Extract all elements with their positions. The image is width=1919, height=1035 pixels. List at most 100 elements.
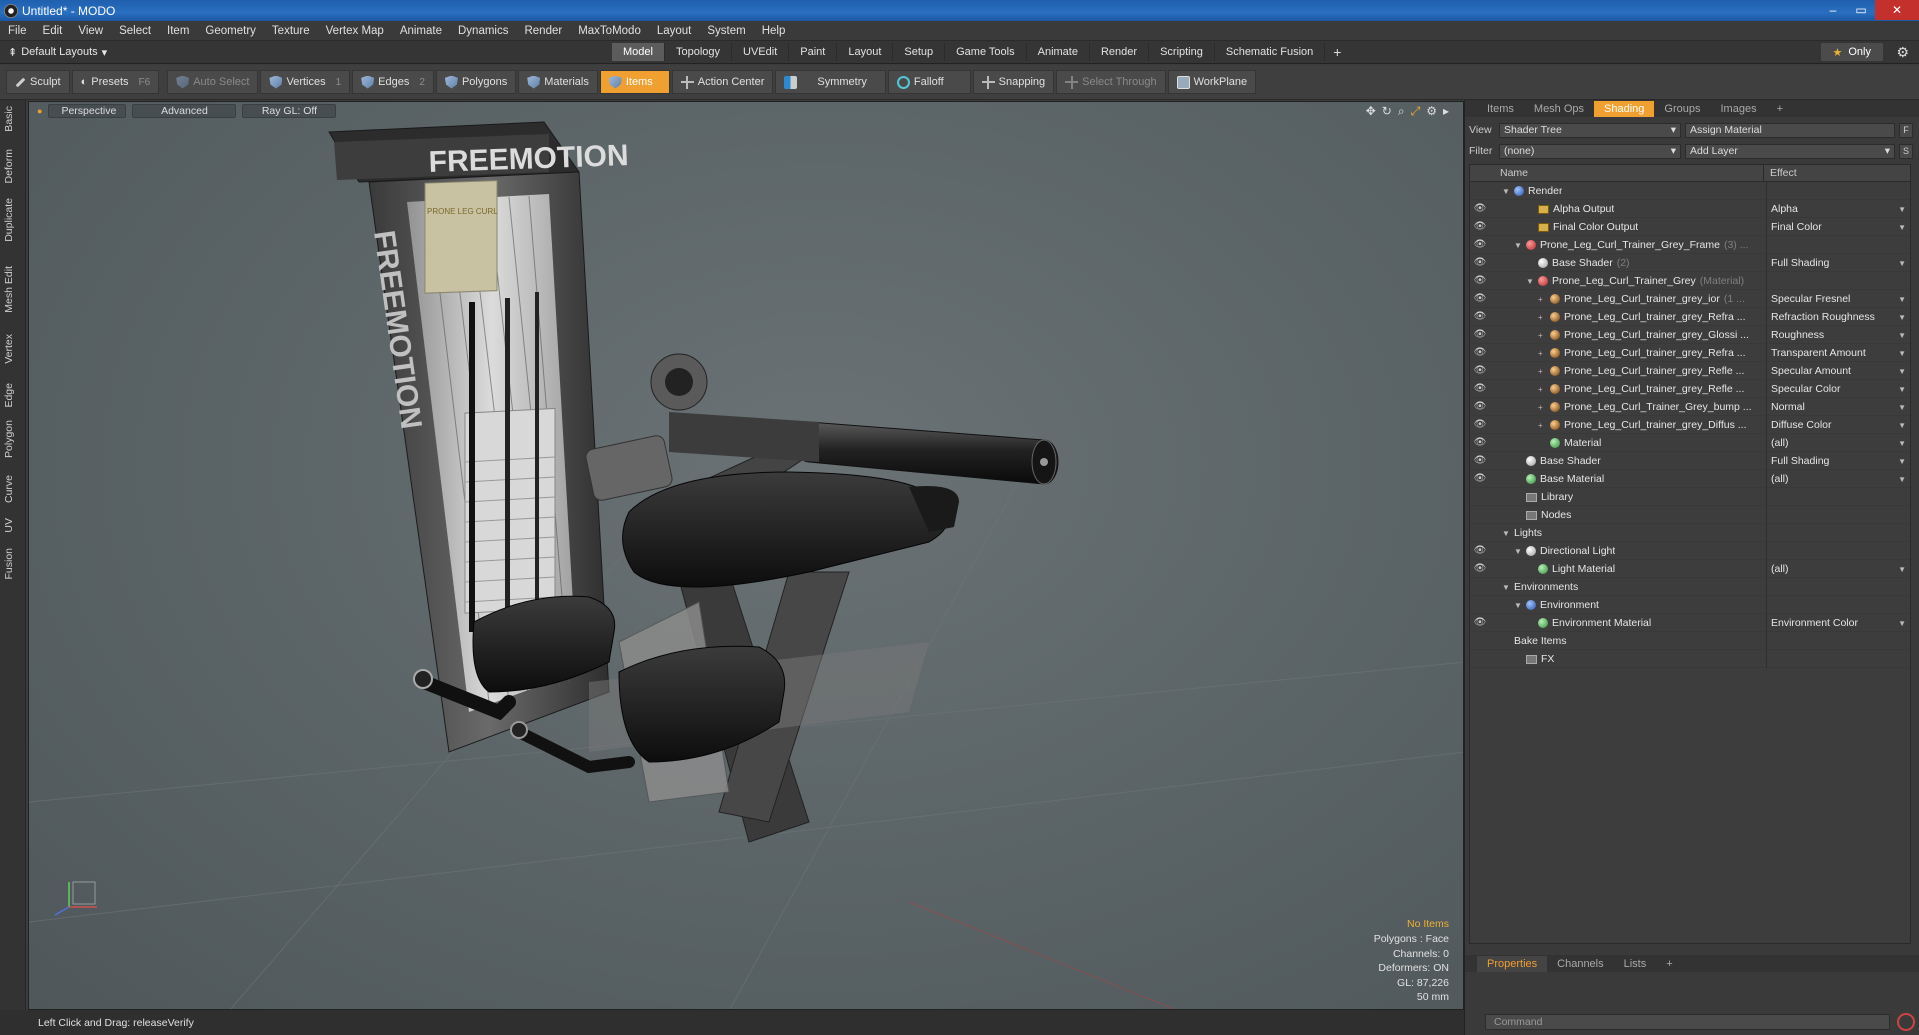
right-tab-images[interactable]: Images xyxy=(1711,101,1767,117)
edges-button[interactable]: Edges 2 xyxy=(352,70,434,94)
visibility-eye-icon[interactable]: 👁 xyxy=(1470,254,1490,272)
visibility-eye-icon[interactable]: 👁 xyxy=(1470,272,1490,290)
3d-viewport[interactable]: FREEMOTION FREEMOTION PRONE LEG CURL ● P… xyxy=(28,101,1464,1010)
menu-texture[interactable]: Texture xyxy=(264,25,318,37)
table-row[interactable]: 👁 + Prone_Leg_Curl_trainer_grey_Refle ... S… xyxy=(1470,380,1910,398)
expand-toggle-icon[interactable]: ▼ xyxy=(1502,529,1510,538)
prop-tab-channels[interactable]: Channels xyxy=(1547,956,1613,972)
expand-toggle-icon[interactable]: ▼ xyxy=(1514,241,1522,250)
add-tab-button[interactable]: + xyxy=(1333,44,1341,60)
row-effect[interactable]: Refraction Roughness ▼ xyxy=(1766,308,1910,326)
table-row[interactable]: 👁 + Prone_Leg_Curl_Trainer_Grey_bump ... No… xyxy=(1470,398,1910,416)
auto-select-button[interactable]: Auto Select xyxy=(167,70,259,94)
materials-button[interactable]: Materials xyxy=(518,70,598,94)
visibility-eye-icon[interactable]: 👁 xyxy=(1470,560,1490,578)
tab-game-tools[interactable]: Game Tools xyxy=(945,43,1027,61)
visibility-empty[interactable] xyxy=(1470,524,1490,542)
tab-animate[interactable]: Animate xyxy=(1027,43,1090,61)
visibility-empty[interactable] xyxy=(1470,488,1490,506)
menu-item[interactable]: Item xyxy=(159,25,197,37)
menu-view[interactable]: View xyxy=(70,25,111,37)
right-tab-items[interactable]: Items xyxy=(1477,101,1524,117)
visibility-eye-icon[interactable]: 👁 xyxy=(1470,434,1490,452)
row-effect[interactable]: Roughness ▼ xyxy=(1766,326,1910,344)
view-dropdown[interactable]: Shader Tree ▾ xyxy=(1499,122,1681,138)
table-row[interactable]: 👁 + Prone_Leg_Curl_trainer_grey_ior (1 ... S… xyxy=(1470,290,1910,308)
tab-paint[interactable]: Paint xyxy=(789,43,838,61)
expand-toggle-icon[interactable]: ▼ xyxy=(1514,547,1522,556)
minimize-button[interactable]: – xyxy=(1819,0,1847,20)
prop-tab-lists[interactable]: Lists xyxy=(1614,956,1657,972)
expand-toggle-icon[interactable]: ▼ xyxy=(1502,187,1510,196)
vertices-button[interactable]: Vertices 1 xyxy=(260,70,351,94)
row-effect[interactable]: Specular Amount ▼ xyxy=(1766,362,1910,380)
left-tab-edge[interactable]: Edge xyxy=(3,383,15,408)
right-tab-shading[interactable]: Shading xyxy=(1594,100,1655,117)
left-tab-curve[interactable]: Curve xyxy=(3,475,15,503)
action-center-button[interactable]: Action Center xyxy=(671,70,774,94)
menu-help[interactable]: Help xyxy=(754,25,794,37)
table-row[interactable]: 👁 + Prone_Leg_Curl_trainer_grey_Diffus ...… xyxy=(1470,416,1910,434)
row-effect[interactable]: Specular Fresnel ▼ xyxy=(1766,290,1910,308)
table-row[interactable]: 👁 + Prone_Leg_Curl_trainer_grey_Refra ... T… xyxy=(1470,344,1910,362)
menu-geometry[interactable]: Geometry xyxy=(197,25,264,37)
visibility-eye-icon[interactable]: 👁 xyxy=(1470,308,1490,326)
table-row[interactable]: 👁 Base Shader (2) Full Shading ▼ xyxy=(1470,254,1910,272)
visibility-empty[interactable] xyxy=(1470,506,1490,524)
table-row[interactable]: Bake Items xyxy=(1470,632,1910,650)
prop-tab-add[interactable]: + xyxy=(1656,956,1682,972)
tab-layout[interactable]: Layout xyxy=(837,43,894,61)
tab-model[interactable]: Model xyxy=(612,43,665,61)
tab-uvedit[interactable]: UVEdit xyxy=(732,43,790,61)
layout-selector[interactable]: ⇞ Default Layouts ▾ xyxy=(8,46,588,59)
visibility-eye-icon[interactable]: 👁 xyxy=(1470,218,1490,236)
table-row[interactable]: 👁 Base Shader Full Shading ▼ xyxy=(1470,452,1910,470)
table-row[interactable]: 👁 Alpha Output Alpha ▼ xyxy=(1470,200,1910,218)
table-row[interactable]: 👁 + Prone_Leg_Curl_trainer_grey_Refle ... S… xyxy=(1470,362,1910,380)
polygons-button[interactable]: Polygons xyxy=(435,70,517,94)
gear-icon[interactable]: ⚙ xyxy=(1896,44,1909,61)
expand-toggle-icon[interactable]: + xyxy=(1538,367,1546,376)
record-icon[interactable] xyxy=(1897,1013,1915,1031)
row-effect[interactable]: Transparent Amount ▼ xyxy=(1766,344,1910,362)
table-row[interactable]: 👁 + Prone_Leg_Curl_trainer_grey_Glossi ...… xyxy=(1470,326,1910,344)
menu-maxtomodo[interactable]: MaxToModo xyxy=(570,25,649,37)
sculpt-button[interactable]: Sculpt xyxy=(6,70,70,94)
row-effect[interactable]: Final Color ▼ xyxy=(1766,218,1910,236)
rotate-icon[interactable]: ↻ xyxy=(1382,104,1392,119)
symmetry-button[interactable]: Symmetry xyxy=(775,70,886,94)
table-row[interactable]: 👁 Light Material (all) ▼ xyxy=(1470,560,1910,578)
pan-icon[interactable]: ✥ xyxy=(1366,104,1376,119)
left-tab-basic[interactable]: Basic xyxy=(3,106,15,132)
menu-select[interactable]: Select xyxy=(111,25,159,37)
tab-topology[interactable]: Topology xyxy=(665,43,733,61)
expand-toggle-icon[interactable]: ▼ xyxy=(1514,601,1522,610)
table-row[interactable]: ▼ Environment xyxy=(1470,596,1910,614)
menu-system[interactable]: System xyxy=(699,25,753,37)
table-row[interactable]: Nodes xyxy=(1470,506,1910,524)
right-tab-mesh-ops[interactable]: Mesh Ops xyxy=(1524,101,1594,117)
expand-toggle-icon[interactable]: + xyxy=(1538,403,1546,412)
visibility-eye-icon[interactable]: 👁 xyxy=(1470,236,1490,254)
falloff-button[interactable]: Falloff xyxy=(887,70,971,94)
visibility-eye-icon[interactable]: 👁 xyxy=(1470,542,1490,560)
filter-dropdown[interactable]: (none) ▾ xyxy=(1499,143,1681,159)
table-row[interactable]: 👁 Environment Material Environment Color ▼ xyxy=(1470,614,1910,632)
visibility-eye-icon[interactable]: 👁 xyxy=(1470,362,1490,380)
visibility-empty[interactable] xyxy=(1470,578,1490,596)
expand-toggle-icon[interactable]: + xyxy=(1538,349,1546,358)
row-effect[interactable]: Alpha ▼ xyxy=(1766,200,1910,218)
left-tab-polygon[interactable]: Polygon xyxy=(3,420,15,458)
expand-toggle-icon[interactable]: ▼ xyxy=(1526,277,1534,286)
visibility-eye-icon[interactable]: 👁 xyxy=(1470,380,1490,398)
expand-toggle-icon[interactable]: + xyxy=(1538,295,1546,304)
presets-button[interactable]: ◐ Presets F6 xyxy=(71,70,160,94)
raygl-dropdown[interactable]: Ray GL: Off xyxy=(242,104,337,118)
row-effect[interactable]: (all) ▼ xyxy=(1766,560,1910,578)
f-button[interactable]: F xyxy=(1899,122,1913,138)
tab-scripting[interactable]: Scripting xyxy=(1149,43,1215,61)
table-row[interactable]: ▼ Lights xyxy=(1470,524,1910,542)
view-type-dropdown[interactable]: Perspective xyxy=(48,104,127,118)
visibility-eye-icon[interactable]: 👁 xyxy=(1470,200,1490,218)
left-tab-uv[interactable]: UV xyxy=(3,518,15,533)
